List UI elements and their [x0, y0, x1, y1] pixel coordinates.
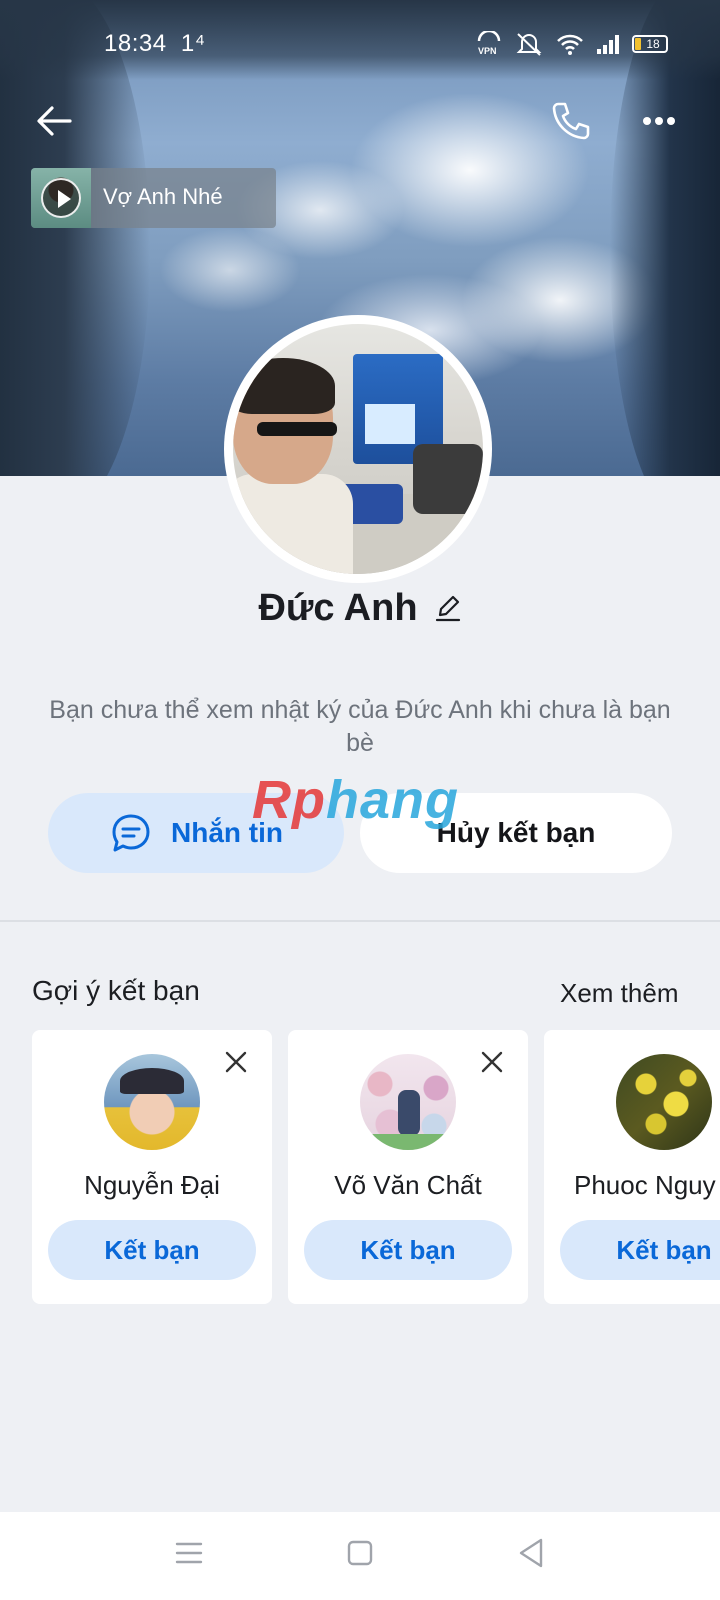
profile-avatar[interactable] [233, 324, 483, 574]
battery-icon: 18 [632, 35, 668, 53]
edit-pencil-icon[interactable] [434, 593, 462, 623]
vpn-icon: VPN [477, 31, 501, 56]
more-button[interactable] [636, 98, 686, 144]
mute-icon [516, 33, 542, 56]
unfriend-button-label: Hủy kết bạn [436, 817, 596, 848]
add-friend-button[interactable]: Kết bạn [48, 1220, 256, 1280]
status-time: 18:34 1⁴ [104, 30, 206, 57]
privacy-notice: Bạn chưa thể xem nhật ký của Đức Anh khi… [49, 696, 671, 757]
see-more-link[interactable]: Xem thêm [560, 978, 679, 1009]
music-title: Vợ Anh Nhé [103, 184, 223, 209]
back-arrow-icon [37, 106, 72, 136]
close-icon[interactable] [478, 1048, 506, 1076]
back-triangle-icon[interactable] [516, 1536, 546, 1570]
friend-suggestions-title: Gợi ý kết bạn [32, 975, 200, 1006]
suggestion-card[interactable]: Phuoc Nguy Kết bạn [544, 1030, 720, 1304]
svg-text:VPN: VPN [478, 46, 497, 56]
suggestion-name: Võ Văn Chất [334, 1170, 482, 1200]
profile-screen: 18:34 1⁴ VPN 18 Vợ Anh Nhé Đức Anh Bạn c… [0, 0, 720, 1600]
suggestion-avatar[interactable] [360, 1054, 456, 1150]
status-icons: VPN 18 [476, 30, 668, 58]
watermark-logo: Rphang [252, 770, 459, 830]
call-button[interactable] [546, 96, 596, 146]
profile-name-row: Đức Anh [0, 580, 720, 636]
suggestion-avatar[interactable] [616, 1054, 712, 1150]
status-bar: 18:34 1⁴ VPN 18 [0, 0, 720, 80]
signal-icon [597, 35, 619, 54]
play-icon[interactable] [41, 178, 81, 218]
suggestion-card[interactable]: Võ Văn Chất Kết bạn [288, 1030, 528, 1304]
recents-menu-icon[interactable] [174, 1538, 204, 1568]
home-square-icon[interactable] [345, 1538, 375, 1568]
section-divider [0, 920, 720, 922]
suggestion-avatar[interactable] [104, 1054, 200, 1150]
phone-icon [552, 102, 590, 140]
back-button[interactable] [30, 96, 80, 146]
profile-name: Đức Anh [258, 586, 418, 629]
close-icon[interactable] [222, 1048, 250, 1076]
suggestion-card[interactable]: Nguyễn Đại Kết bạn [32, 1030, 272, 1304]
add-friend-button[interactable]: Kết bạn [560, 1220, 720, 1280]
suggestion-name: Phuoc Nguy [574, 1170, 716, 1200]
more-icon [643, 117, 675, 125]
wifi-icon [557, 34, 583, 55]
add-friend-button[interactable]: Kết bạn [304, 1220, 512, 1280]
activity-indicator: 1⁴ [180, 30, 206, 57]
profile-music-chip[interactable]: Vợ Anh Nhé [31, 168, 276, 228]
chat-bubble-icon [112, 814, 150, 852]
suggestion-name: Nguyễn Đại [84, 1170, 220, 1200]
